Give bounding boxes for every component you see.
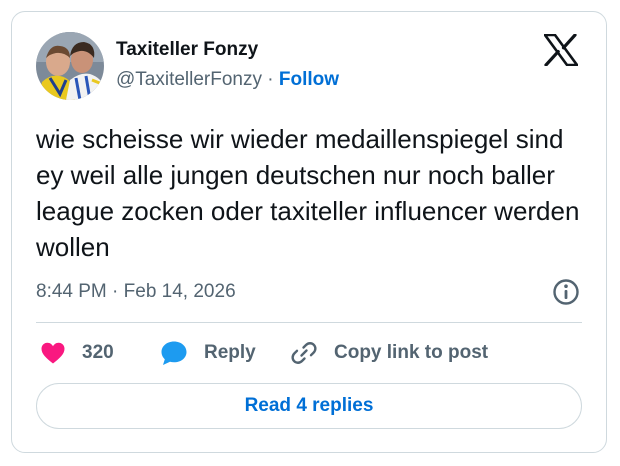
post-header: Taxiteller Fonzy @TaxitellerFonzy · Foll…: [36, 32, 582, 102]
read-replies-button[interactable]: Read 4 replies: [36, 383, 582, 429]
post-text: wie scheisse wir wieder medaillenspiegel…: [36, 124, 580, 262]
post-time: 8:44 PM: [36, 281, 107, 302]
author-display-name[interactable]: Taxiteller Fonzy: [116, 38, 339, 62]
info-icon[interactable]: [552, 278, 580, 306]
copy-link-button[interactable]: Copy link to post: [290, 335, 488, 371]
avatar-photo: [36, 32, 104, 100]
speech-bubble-icon: [161, 341, 187, 365]
link-icon: [291, 342, 317, 364]
reply-label: Reply: [204, 342, 256, 363]
like-button[interactable]: 320: [40, 335, 114, 371]
embedded-post-card: Taxiteller Fonzy @TaxitellerFonzy · Foll…: [11, 11, 607, 453]
post-actions: 320 Reply Copy link to post: [36, 335, 582, 371]
read-replies-label: Read 4 replies: [244, 395, 374, 416]
author-handle[interactable]: @TaxitellerFonzy: [116, 69, 262, 90]
post-timestamp[interactable]: 8:44 PM · Feb 14, 2026: [36, 280, 236, 304]
copy-link-label: Copy link to post: [334, 342, 489, 363]
timestamp-separator: ·: [112, 281, 119, 302]
author-handle-row: @TaxitellerFonzy · Follow: [116, 68, 339, 92]
post-date: Feb 14, 2026: [123, 281, 236, 302]
follow-link[interactable]: Follow: [279, 69, 339, 90]
x-logo-icon[interactable]: [543, 33, 579, 67]
heart-icon: [41, 342, 65, 364]
handle-separator: ·: [267, 69, 274, 90]
divider: [36, 322, 582, 323]
like-count: 320: [82, 342, 114, 363]
avatar[interactable]: [36, 32, 104, 100]
author-names: Taxiteller Fonzy @TaxitellerFonzy · Foll…: [116, 38, 339, 92]
reply-button[interactable]: Reply: [160, 335, 256, 371]
